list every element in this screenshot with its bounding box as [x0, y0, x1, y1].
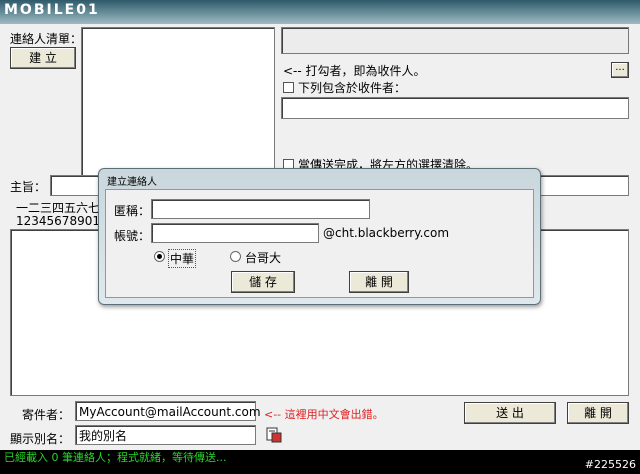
- alias-input[interactable]: 我的別名: [75, 425, 256, 445]
- subject-preview-line2: 123456789012: [16, 214, 108, 228]
- create-contact-dialog: 建立連絡人 匿稱： 帳號： @cht.blackberry.com 中華 台哥大…: [98, 168, 541, 305]
- carrier-radio-cht[interactable]: [154, 251, 165, 262]
- dialog-domain-suffix: @cht.blackberry.com: [323, 226, 450, 240]
- dialog-account-label: 帳號：: [114, 229, 151, 243]
- include-recipients-input[interactable]: [281, 97, 629, 119]
- dialog-account-input[interactable]: [151, 223, 319, 243]
- status-bar: 已經載入 0 筆連絡人；程式就緒，等待傳送...: [0, 450, 640, 474]
- dialog-name-input[interactable]: [151, 199, 370, 219]
- dialog-close-button[interactable]: 離 開: [349, 271, 409, 293]
- include-recipients-label: 下列包含於收件者：: [298, 81, 407, 95]
- include-recipients-checkbox[interactable]: [283, 82, 294, 93]
- exit-button[interactable]: 離 開: [567, 402, 629, 424]
- dialog-title: 建立連絡人: [107, 177, 157, 188]
- dialog-body: 匿稱： 帳號： @cht.blackberry.com 中華 台哥大 儲 存 離…: [105, 189, 534, 298]
- watermark: #225526: [584, 458, 636, 471]
- sender-input[interactable]: MyAccount@mailAccount.com: [75, 401, 261, 421]
- carrier-twm-label: 台哥大: [245, 251, 282, 265]
- recipient-hint: <-- 打勾者，即為收件人。: [283, 64, 426, 78]
- attach-icon[interactable]: [266, 427, 282, 443]
- contacts-list[interactable]: [81, 27, 275, 179]
- dialog-save-button[interactable]: 儲 存: [231, 271, 295, 293]
- create-contact-button[interactable]: 建 立: [10, 47, 76, 69]
- sender-warning: <-- 這裡用中文會出錯。: [264, 408, 384, 421]
- alias-label: 顯示別名：: [10, 432, 71, 446]
- app-logo: MOBILE01: [4, 2, 100, 18]
- carrier-cht-label: 中華: [168, 249, 197, 268]
- carrier-radio-twm[interactable]: [230, 251, 241, 262]
- recipient-display: [281, 27, 629, 54]
- contacts-label: 連絡人清單：: [10, 32, 83, 46]
- browse-button[interactable]: ...: [611, 62, 629, 78]
- send-button[interactable]: 送 出: [464, 402, 556, 424]
- subject-label: 主旨：: [10, 180, 47, 194]
- sender-label: 寄件者：: [22, 408, 71, 422]
- dialog-name-label: 匿稱：: [114, 204, 151, 218]
